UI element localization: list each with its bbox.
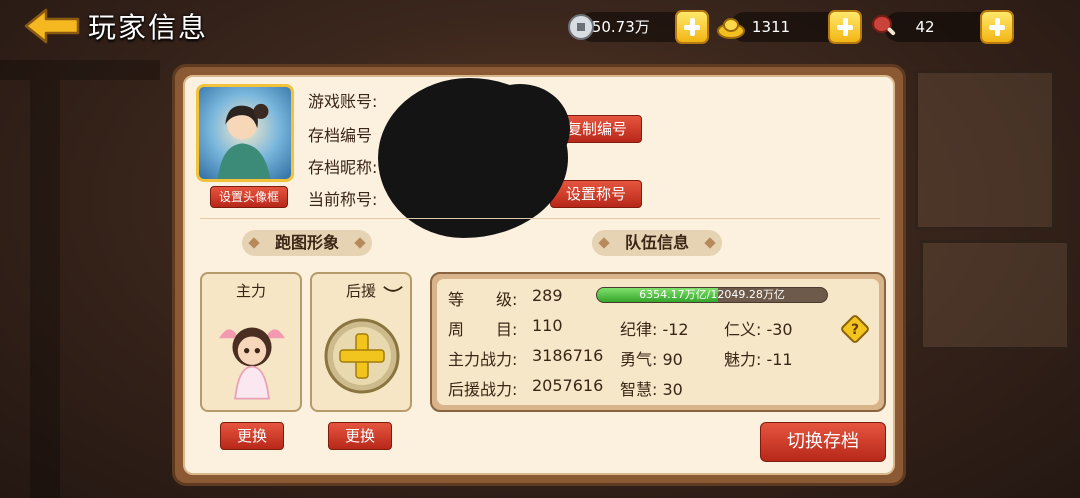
divider — [200, 218, 880, 219]
nickname-label: 存档昵称: — [308, 158, 378, 177]
courage-stat: 勇气: 90 — [620, 350, 683, 369]
level-label: 等 级: — [448, 290, 518, 309]
gold-ingot-icon — [717, 18, 745, 39]
character-portrait-icon — [217, 103, 271, 179]
save-id-label: 存档编号 — [308, 126, 373, 145]
discipline-stat: 纪律: -12 — [620, 320, 689, 339]
change-main-button[interactable]: 更换 — [220, 422, 284, 450]
account-label: 游戏账号: — [308, 92, 378, 111]
page-title: 玩家信息 — [88, 11, 209, 44]
team-info-header: 队伍信息 — [592, 230, 722, 256]
add-stamina-button[interactable] — [980, 10, 1014, 44]
add-gold-button[interactable] — [828, 10, 862, 44]
charm-stat: 魅力: -11 — [724, 350, 793, 369]
set-avatar-frame-button[interactable]: 设置头像框 — [210, 186, 288, 208]
background-pillar — [30, 80, 60, 498]
background-window — [915, 70, 1055, 230]
avatar[interactable] — [196, 84, 294, 182]
level-value: 289 — [532, 286, 563, 305]
svg-text:?: ? — [851, 322, 859, 338]
exp-progress-text: 6354.17万亿/12049.28万亿 — [639, 288, 785, 301]
chibi-character-icon — [219, 327, 285, 400]
main-slot-label: 主力 — [235, 282, 266, 300]
main-power-label: 主力战力: — [448, 350, 518, 369]
eye-closed-icon[interactable] — [382, 284, 404, 295]
meat-leg-icon — [872, 15, 896, 36]
question-icon[interactable]: ? — [840, 314, 870, 344]
back-arrow-icon[interactable] — [22, 6, 82, 46]
set-title-button[interactable]: 设置称号 — [550, 180, 642, 208]
benevolence-stat: 仁义: -30 — [724, 320, 793, 339]
support-power-label: 后援战力: — [448, 380, 518, 399]
wisdom-stat: 智慧: 30 — [620, 380, 683, 399]
cycle-value: 110 — [532, 316, 563, 335]
redaction-scribble — [470, 84, 570, 174]
support-character-slot[interactable]: 后援 — [310, 272, 412, 412]
main-character-slot[interactable]: 主力 — [200, 272, 302, 412]
background-window — [920, 240, 1070, 350]
run-image-header: 跑图形象 — [242, 230, 372, 256]
switch-save-button[interactable]: 切换存档 — [760, 422, 886, 462]
background-beam — [0, 60, 160, 80]
change-support-button[interactable]: 更换 — [328, 422, 392, 450]
add-support-icon[interactable] — [322, 316, 402, 396]
title-label: 当前称号: — [308, 190, 378, 209]
silver-coin-icon — [568, 14, 594, 40]
main-power-value: 3186716 — [532, 346, 604, 365]
add-silver-button[interactable] — [675, 10, 709, 44]
support-power-value: 2057616 — [532, 376, 604, 395]
exp-progress-bar: 6354.17万亿/12049.28万亿 — [596, 287, 828, 303]
cycle-label: 周 目: — [448, 320, 518, 339]
